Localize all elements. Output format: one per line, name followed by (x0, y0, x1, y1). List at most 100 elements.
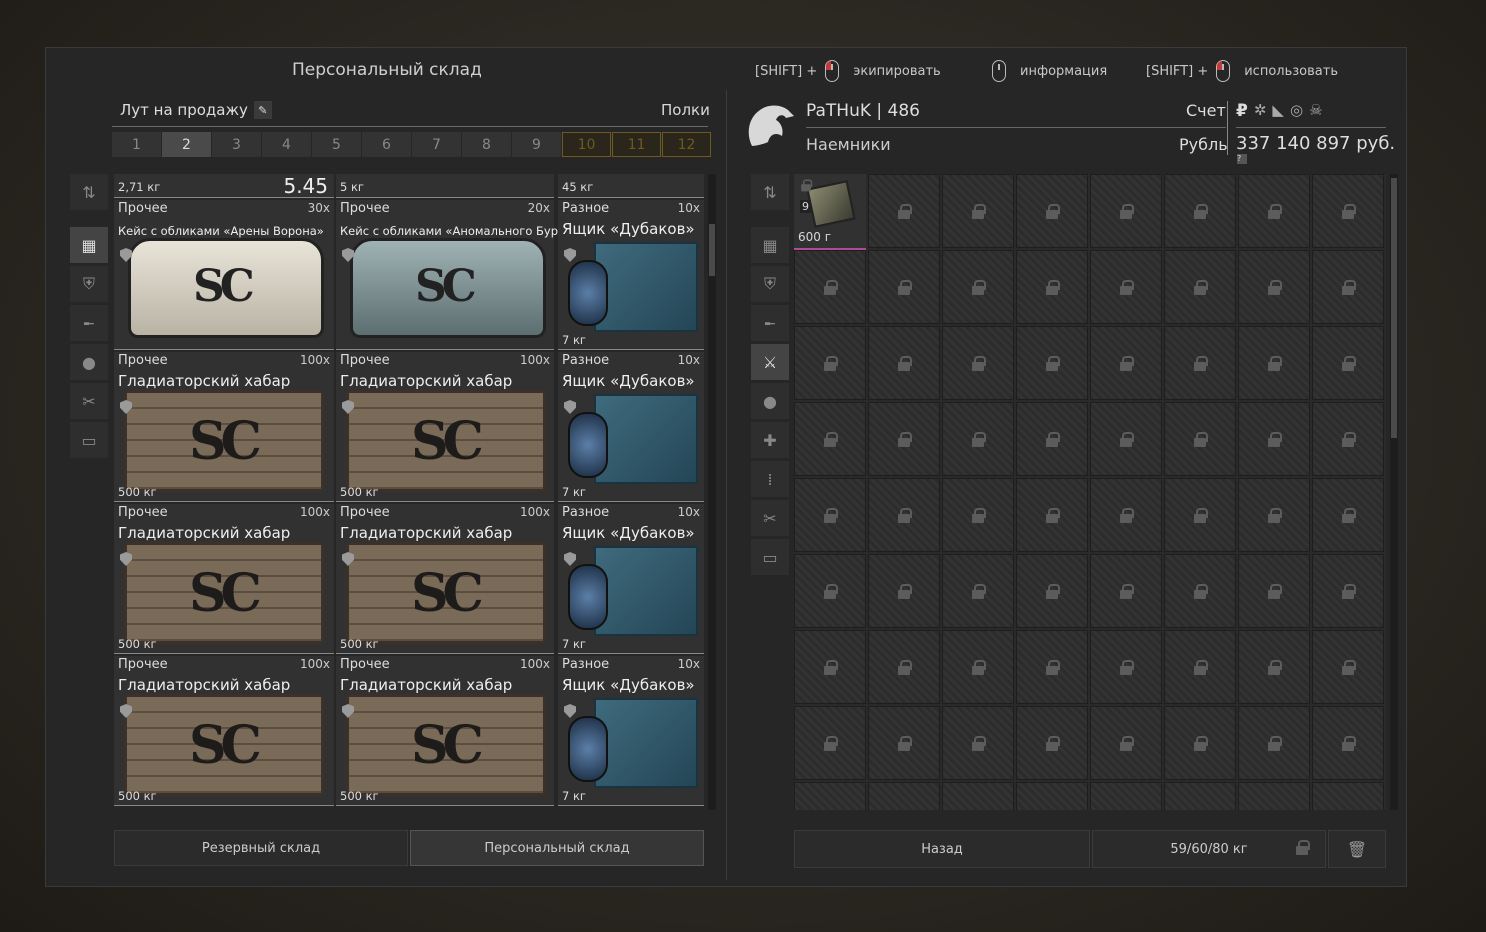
all-items-grid-icon[interactable]: ▦ (751, 227, 789, 263)
reserve-stash-button[interactable]: Резервный склад (114, 830, 408, 866)
personal-stash-button[interactable]: Персональный склад (410, 830, 704, 866)
item-cell[interactable]: Прочее 100x Гладиаторский хабар SC 500 к… (114, 656, 334, 806)
edit-pencil-icon[interactable]: ✎ (253, 101, 272, 119)
weight-lock-icon[interactable] (1296, 840, 1310, 855)
item-cell[interactable]: Разное 10x Ящик «Дубаков» 7 кг (558, 200, 704, 350)
locked-slot (1238, 554, 1310, 628)
medkit-icon[interactable]: ✚ (751, 422, 789, 458)
skin-case-image: SC (350, 238, 546, 338)
page-9[interactable]: 9 (512, 132, 561, 157)
armor-icon[interactable]: ⛨ (751, 266, 789, 302)
page-4[interactable]: 4 (262, 132, 311, 157)
page-3[interactable]: 3 (212, 132, 261, 157)
lock-icon (1194, 432, 1208, 447)
item-cell[interactable]: Прочее 100x Гладиаторский хабар SC 500 к… (114, 504, 334, 654)
trash-button[interactable]: 🗑 (1328, 830, 1386, 868)
tools-icon[interactable]: ✂ (751, 500, 789, 536)
lock-icon (1046, 736, 1060, 751)
info-icon[interactable]: ? (1237, 154, 1247, 164)
locked-slot (1016, 554, 1088, 628)
item-cell[interactable]: 45 кг (558, 174, 704, 198)
lock-icon (1194, 356, 1208, 371)
weapon-icon[interactable]: ╾ (70, 305, 108, 341)
locked-slot (1016, 478, 1088, 552)
tools-icon[interactable]: ✂ (70, 383, 108, 419)
boot-currency-icon[interactable]: ◣ (1272, 101, 1284, 121)
locked-slot (794, 782, 866, 810)
item-cell[interactable]: Прочее 100x Гладиаторский хабар SC 500 к… (336, 352, 554, 502)
item-weight: 45 кг (562, 180, 594, 194)
item-cell[interactable]: Разное 10x Ящик «Дубаков» 7 кг (558, 504, 704, 654)
locked-slot (1090, 554, 1162, 628)
crate-image (594, 394, 698, 484)
divider (112, 126, 708, 127)
item-weight: 500 кг (340, 485, 379, 499)
sort-icon[interactable]: ⇅ (70, 174, 108, 210)
locked-slot (1090, 326, 1162, 400)
page-11-locked[interactable]: 11 (612, 132, 661, 157)
right-scrollbar[interactable] (1390, 174, 1398, 810)
scrollbar-thumb[interactable] (709, 224, 715, 276)
item-cell[interactable]: 2,71 кг 5.45 (114, 174, 334, 198)
locked-slot (1312, 630, 1384, 704)
item-cell[interactable]: Разное 10x Ящик «Дубаков» 7 кг (558, 352, 704, 502)
item-category: Прочее (118, 505, 168, 520)
locked-slot (1090, 402, 1162, 476)
back-button[interactable]: Назад (794, 830, 1090, 868)
locked-slot (868, 782, 940, 810)
item-cell[interactable]: Прочее 100x Гладиаторский хабар SC 500 к… (336, 504, 554, 654)
item-count: 30x (307, 201, 330, 215)
item-cell[interactable]: 5 кг (336, 174, 554, 198)
hint-info-label: информация (1020, 63, 1108, 79)
locked-slot (1238, 706, 1310, 780)
sort-icon[interactable]: ⇅ (751, 174, 789, 210)
left-scrollbar[interactable] (708, 174, 716, 810)
shield-icon (564, 552, 576, 566)
page-8[interactable]: 8 (462, 132, 511, 157)
item-cell[interactable]: Прочее 30x Кейс с обликами «Арены Ворона… (114, 200, 334, 350)
page-5[interactable]: 5 (312, 132, 361, 157)
box-icon[interactable]: ▭ (751, 539, 789, 575)
lock-icon (800, 178, 813, 192)
page-1[interactable]: 1 (112, 132, 161, 157)
item-cell[interactable]: Прочее 20x Кейс с обликами «Аномального … (336, 200, 558, 350)
box-icon[interactable]: ▭ (70, 422, 108, 458)
coin-currency-icon[interactable]: ◎ (1290, 101, 1303, 121)
gear-currency-icon[interactable]: ✲ (1254, 101, 1267, 121)
weapon-icon[interactable]: ╾ (751, 305, 789, 341)
page-7[interactable]: 7 (412, 132, 461, 157)
item-cell[interactable]: Разное 10x Ящик «Дубаков» 7 кг (558, 656, 704, 806)
armor-icon[interactable]: ⛨ (70, 266, 108, 302)
item-name: Кейс с обликами «Аномального Бура... (340, 224, 558, 238)
item-weight: 7 кг (562, 485, 586, 499)
page-2[interactable]: 2 (162, 132, 211, 157)
lock-icon (824, 584, 838, 599)
stash-item-slot[interactable]: 9 600 г (794, 174, 866, 250)
lock-icon (1046, 280, 1060, 295)
locked-slot (1312, 478, 1384, 552)
lock-icon (1268, 660, 1282, 675)
item-weight: 500 кг (340, 637, 379, 651)
page-10-locked[interactable]: 10 (562, 132, 611, 157)
knife-icon[interactable]: ⚔ (751, 344, 789, 380)
ammo-icon[interactable]: ⁞ (751, 461, 789, 497)
page-6[interactable]: 6 (362, 132, 411, 157)
item-cell[interactable]: Прочее 100x Гладиаторский хабар SC 500 к… (336, 656, 554, 806)
sell-loot-header[interactable]: Лут на продажу ✎ (120, 101, 272, 119)
ruble-icon[interactable]: ₽ (1236, 101, 1248, 121)
lock-icon (1268, 508, 1282, 523)
grenade-icon[interactable]: ● (70, 344, 108, 380)
item-category: Прочее (340, 353, 390, 368)
locked-slot (1164, 326, 1236, 400)
skull-currency-icon[interactable]: ☠ (1309, 101, 1322, 121)
lock-icon (1268, 204, 1282, 219)
locked-slot (1090, 250, 1162, 324)
locked-slot (1312, 402, 1384, 476)
all-items-grid-icon[interactable]: ▦ (70, 227, 108, 263)
page-12-locked[interactable]: 12 (662, 132, 711, 157)
item-cell[interactable]: Прочее 100x Гладиаторский хабар SC 500 к… (114, 352, 334, 502)
locked-slot (868, 706, 940, 780)
grenade-icon[interactable]: ● (751, 383, 789, 419)
lock-icon (1046, 508, 1060, 523)
scrollbar-thumb[interactable] (1391, 178, 1397, 438)
